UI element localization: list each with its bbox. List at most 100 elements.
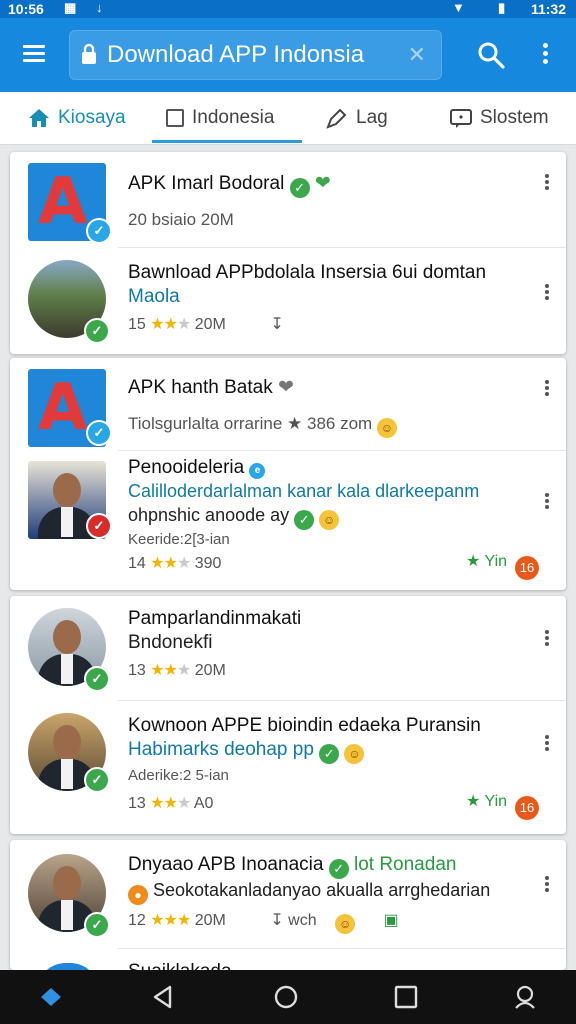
search-icon[interactable] [476, 40, 506, 70]
verified-icon: ✓ [86, 218, 112, 244]
item-meta: 14 ★★★ 390 [128, 555, 222, 572]
install-tag[interactable]: ★ Yin 16 [466, 551, 540, 580]
list-item[interactable]: ✓ Bawnload APPbdolala Insersia 6ui domta… [10, 248, 566, 354]
lock-icon [82, 43, 96, 64]
item-subtitle: ● Seokotakanladanyao akualla arrghedaria… [128, 880, 490, 905]
message-icon [450, 109, 472, 128]
warning-icon: ✓ [86, 513, 112, 539]
verified-icon: ✓ [86, 420, 112, 446]
home-icon[interactable] [38, 984, 64, 1010]
tab-lag[interactable]: Lag [326, 92, 388, 144]
smiley-icon: ☺ [335, 914, 356, 934]
item-subtitle: Maola [128, 286, 180, 307]
rating-stars: ★★★ [150, 316, 191, 333]
tag-icon [326, 108, 347, 129]
more-options-icon[interactable] [542, 282, 552, 304]
active-tab-indicator [152, 140, 302, 143]
heart-icon: ❤ [314, 173, 331, 194]
star-icon: ★ [466, 553, 481, 570]
info-icon: e [249, 463, 266, 479]
square-icon [166, 109, 184, 127]
item-title: Kownoon APPE bioindin edaeka Puransin [128, 715, 481, 736]
check-icon: ✓ [319, 744, 340, 764]
status-time-right: 11:32 [530, 1, 566, 17]
item-tag: lot Ronadan [353, 854, 457, 875]
more-options-icon[interactable] [538, 40, 552, 70]
coin-icon: ● [128, 885, 148, 905]
star-icon: ★ [466, 793, 481, 810]
smiley-icon: ☺ [344, 744, 365, 764]
item-meta: 12 ★★★ 20M ↧ wch ☺ ▣ [128, 910, 399, 934]
sticker-icon: ▣ [383, 912, 399, 929]
tab-label: Indonesia [192, 107, 275, 128]
assistant-icon[interactable] [512, 984, 538, 1010]
item-subtitle: Calilloderdarlalman kanar kala dlarkeepa… [128, 481, 480, 501]
menu-icon[interactable] [20, 40, 48, 68]
download-icon: ↧ [270, 912, 284, 929]
list-item[interactable]: ✓ Penooideleria e Calilloderdarlalman ka… [10, 451, 566, 590]
item-description: ohpnshic anoode ay ✓ ☺ [128, 505, 340, 530]
battery-icon: ▮ [498, 0, 506, 15]
rating-stars: ★★★ [150, 555, 191, 572]
verified-icon: ✓ [84, 912, 110, 938]
more-options-icon[interactable] [542, 628, 552, 650]
app-card: ✓ Pamparlandinmakati Bndonekfi 13 ★★★ 20… [10, 596, 566, 834]
item-title: Bawnload APPbdolala Insersia 6ui domtan [128, 262, 487, 283]
more-options-icon[interactable] [542, 491, 552, 513]
tab-indonesia[interactable]: Indonesia [166, 92, 274, 144]
rating-stars: ★★★ [150, 912, 191, 929]
check-icon: ✓ [294, 510, 315, 530]
check-icon: ✓ [289, 178, 310, 198]
app-card: A ✓ APK hanth Batak ❤ Tiolsgurlalta orra… [10, 358, 566, 590]
smiley-icon: ☺ [319, 510, 340, 530]
app-logo [36, 963, 100, 970]
item-title: APK hanth Batak ❤ [128, 377, 294, 398]
verified-icon: ✓ [84, 666, 110, 692]
search-box[interactable]: ✕ [69, 30, 442, 80]
item-title: APK Imarl Bodoral ✓ ❤ [128, 172, 331, 198]
download-icon: ↓ [96, 0, 103, 15]
rating-stars: ★★★ [150, 662, 191, 679]
recents-icon[interactable] [393, 984, 419, 1010]
more-options-icon[interactable] [542, 874, 552, 896]
list-item[interactable]: ✓ Kownoon APPE bioindin edaeka Puransin … [10, 701, 566, 834]
badge-count: 16 [515, 796, 540, 820]
item-subtitle: Bndonekfi [128, 632, 213, 653]
navigation-bar [0, 970, 576, 1024]
tab-home[interactable]: Kiosaya [28, 92, 126, 144]
smiley-icon: ☺ [376, 418, 397, 438]
more-options-icon[interactable] [542, 172, 552, 194]
tab-label: Kiosaya [58, 107, 126, 128]
more-options-icon[interactable] [542, 733, 552, 755]
notification-icon: ▦ [64, 0, 77, 15]
back-icon[interactable] [150, 984, 176, 1010]
verified-icon: ✓ [84, 767, 110, 793]
item-title: Pamparlandinmakati [128, 608, 302, 629]
tab-label: Lag [356, 107, 388, 128]
search-input[interactable] [107, 38, 397, 72]
item-meta: 15 ★★★ 20M ↧ [128, 316, 284, 333]
more-options-icon[interactable] [542, 378, 552, 400]
install-tag[interactable]: ★ Yin 16 [466, 791, 540, 820]
item-meta: 13 ★★★ A0 [128, 795, 214, 812]
list-item[interactable]: ✓ Dnyaao APB Inoanacia ✓ lot Ronadan ● S… [10, 840, 566, 948]
item-meta: 13 ★★★ 20M [128, 662, 226, 679]
circle-home-icon[interactable] [273, 984, 299, 1010]
tab-bar: Kiosaya Indonesia Lag Slostem [0, 92, 576, 145]
list-item[interactable]: Suaiklakada [10, 949, 566, 970]
close-icon[interactable]: ✕ [408, 42, 426, 68]
item-title: Suaiklakada [128, 961, 232, 970]
status-bar: 10:56 ▦ ↓ ▼ ▮ 11:32 [0, 0, 576, 18]
tab-slostem[interactable]: Slostem [450, 92, 549, 144]
list-item[interactable]: A ✓ APK hanth Batak ❤ Tiolsgurlalta orra… [10, 358, 566, 450]
verified-icon: ✓ [84, 318, 110, 344]
app-card: ✓ Dnyaao APB Inoanacia ✓ lot Ronadan ● S… [10, 840, 566, 970]
status-time-left: 10:56 [8, 1, 44, 17]
badge-count: 16 [515, 556, 540, 580]
download-icon: ↧ [270, 316, 284, 333]
list-item[interactable]: A ✓ APK Imarl Bodoral ✓ ❤ 20 bsiaio 20M [10, 152, 566, 246]
app-card: A ✓ APK Imarl Bodoral ✓ ❤ 20 bsiaio 20M … [10, 152, 566, 354]
list-item[interactable]: ✓ Pamparlandinmakati Bndonekfi 13 ★★★ 20… [10, 596, 566, 700]
item-meta: 20 bsiaio 20M [128, 210, 234, 229]
check-icon: ✓ [328, 859, 349, 879]
